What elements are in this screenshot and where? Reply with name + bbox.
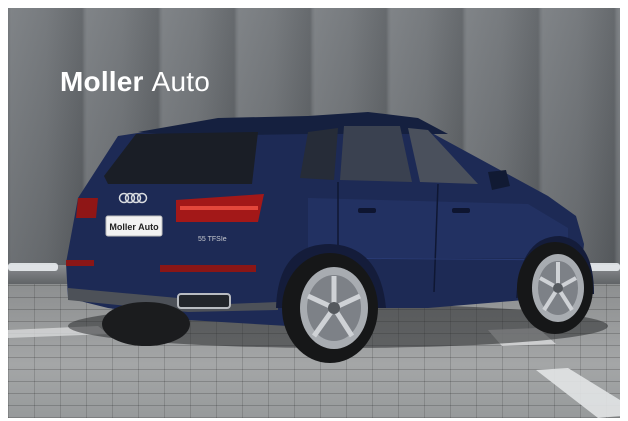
parking-line-right <box>536 368 620 418</box>
rear-reflector-bar <box>160 265 256 272</box>
rear-reflector-left <box>66 260 94 266</box>
exhaust-tip <box>177 293 231 309</box>
watermark-word: Auto <box>151 66 211 97</box>
door-handle-rear <box>358 208 376 213</box>
dealer-watermark-logo: Moller Auto <box>60 66 210 98</box>
model-badge: 55 TFSIe <box>198 236 227 243</box>
license-plate-text: Moller Auto <box>109 222 159 232</box>
taillight-strip <box>180 206 258 210</box>
car-roof <box>138 112 448 136</box>
taillight-left <box>76 198 98 218</box>
wheel-rear-right <box>282 253 378 363</box>
car-photo: Moller Auto 55 TFSIe Moller Auto <box>8 8 620 418</box>
wheel-rear-left <box>102 302 190 346</box>
side-window-middle <box>340 126 412 182</box>
watermark-brand: Moller <box>60 66 144 97</box>
wheel-front-right <box>517 242 593 334</box>
door-handle-front <box>452 208 470 213</box>
